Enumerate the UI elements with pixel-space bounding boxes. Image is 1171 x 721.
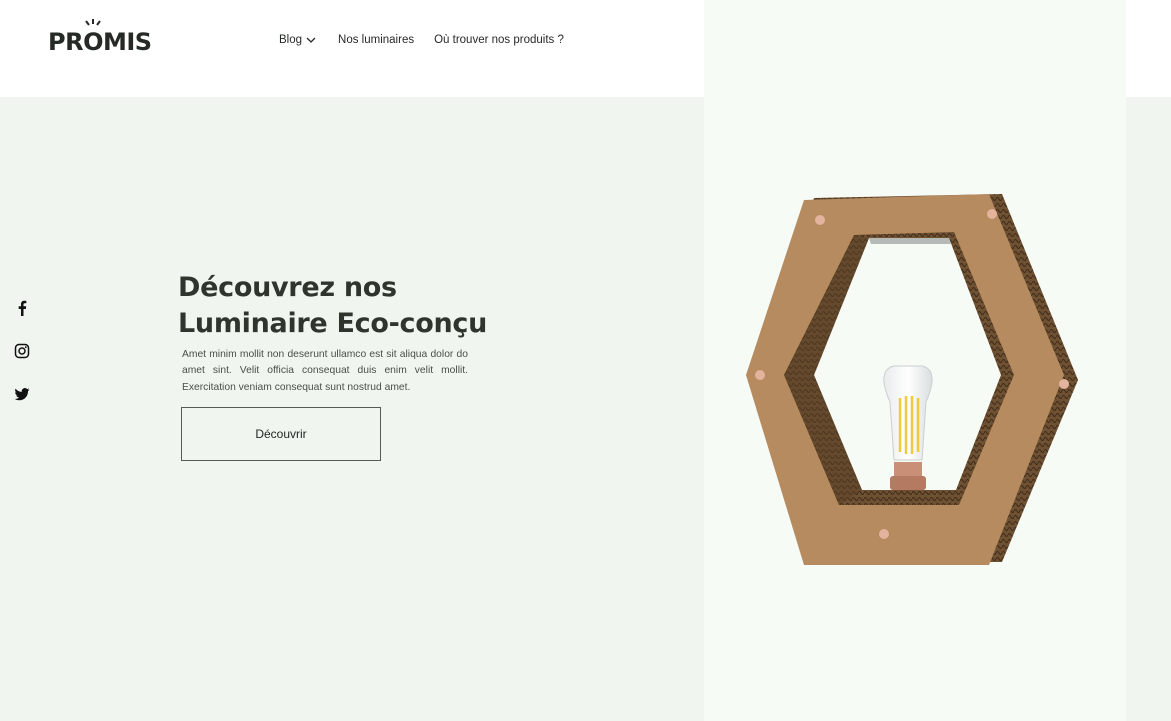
logo-left: PR [48,28,84,56]
facebook-icon[interactable] [14,300,30,316]
hero-title-line1: Découvrez nos [178,272,397,303]
instagram-icon[interactable] [14,343,30,359]
logo-o: O [83,19,103,56]
discover-button[interactable]: Découvrir [181,407,381,461]
site-header: PR O MIS Blog Nos luminaires Où trouver … [0,0,704,97]
main-nav: Blog Nos luminaires Où trouver nos produ… [279,34,564,46]
logo-o-letter: O [83,28,103,56]
product-panel [704,0,1126,721]
hero-title-line2: Luminaire Eco-conçu [178,308,488,339]
discover-button-label: Découvrir [255,427,307,441]
hero-description: Amet minim mollit non deserunt ullamco e… [182,349,468,393]
nav-luminaires-label: Nos luminaires [338,34,415,46]
nav-luminaires[interactable]: Nos luminaires [338,34,414,46]
logo-right: MIS [102,28,152,56]
nav-blog-label: Blog [279,34,303,46]
promis-logo[interactable]: PR O MIS [48,19,152,56]
twitter-icon[interactable] [14,386,30,402]
hexagon-lamp-image [746,194,1078,565]
header-right-strip [1126,0,1171,97]
nav-where-to-buy[interactable]: Où trouver nos produits ? [434,34,564,46]
chevron-down-icon [306,37,316,43]
nav-where-label: Où trouver nos produits ? [434,34,564,46]
social-links [14,300,32,429]
sun-rays-icon [85,19,101,26]
nav-blog[interactable]: Blog [279,34,316,46]
hero-title: Découvrez nos Luminaire Eco-conçu [178,270,498,342]
